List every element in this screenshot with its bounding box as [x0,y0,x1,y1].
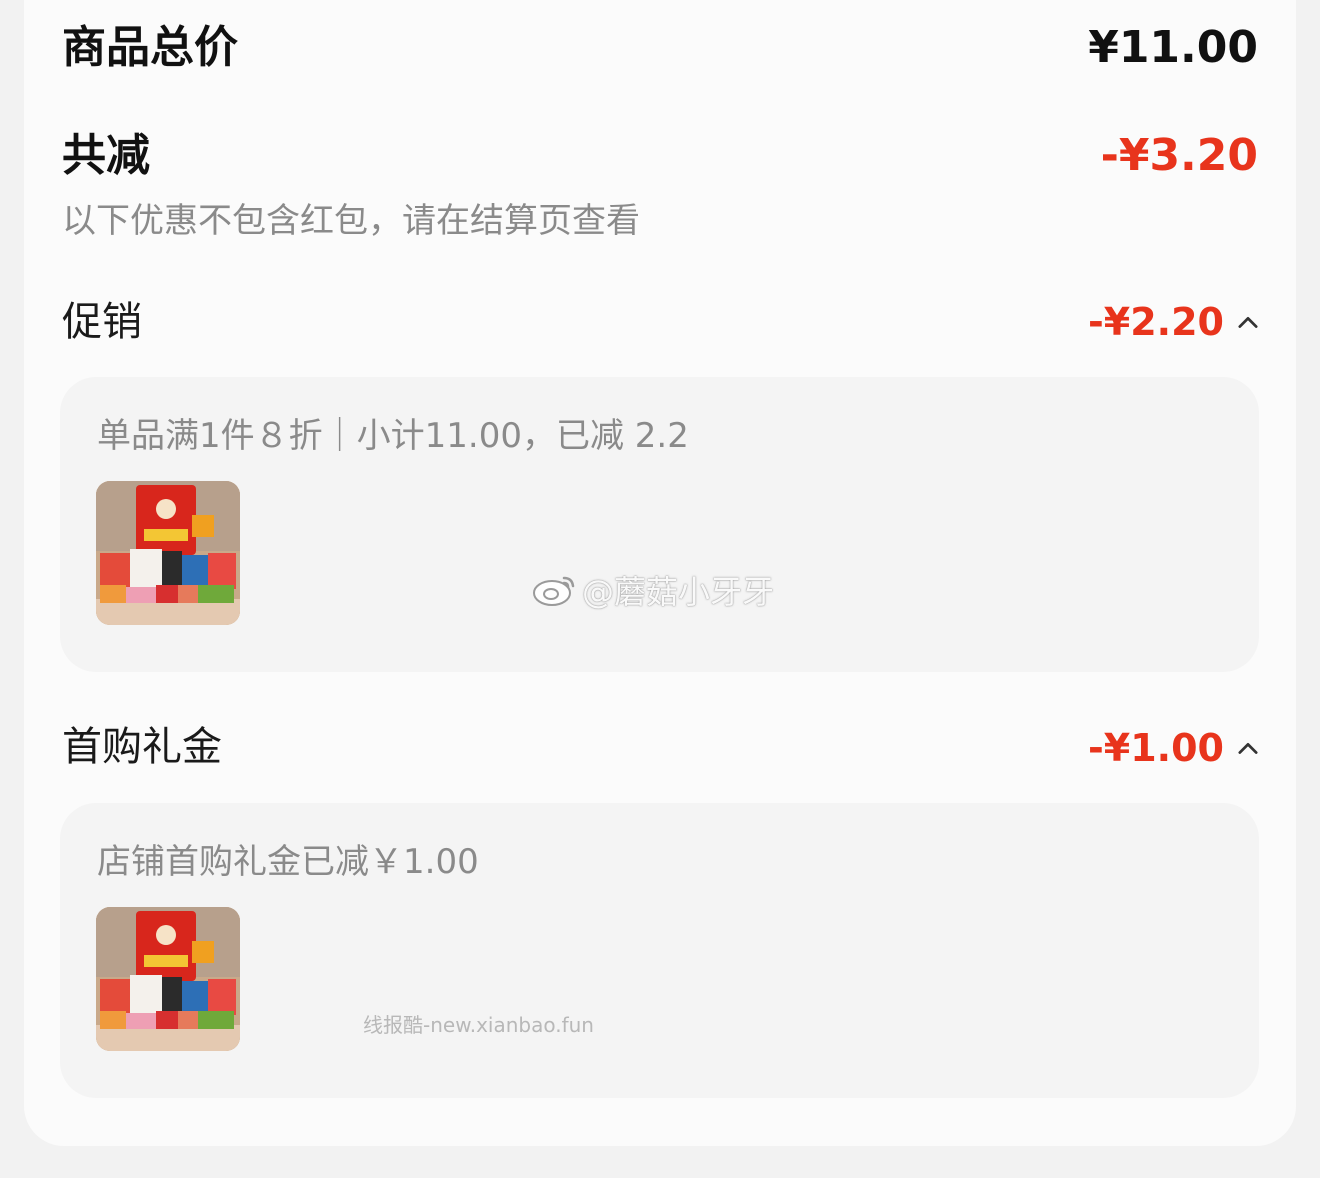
first-purchase-detail-text: 店铺首购礼金已减￥1.00 [97,842,479,882]
first-purchase-label: 首购礼金 [62,724,222,770]
promotion-amount: -¥2.20 [1088,300,1224,344]
promotion-toggle[interactable]: -¥2.20 [1088,302,1258,342]
first-purchase-toggle[interactable]: -¥1.00 [1088,728,1258,768]
total-discount-label: 共减 [62,130,150,181]
product-thumbnail[interactable] [96,481,240,625]
weibo-watermark-text: @蘑菇小牙牙 [582,573,775,611]
promotion-detail-text: 单品满1件８折｜小计11.00，已减 2.2 [97,416,689,456]
total-discount-value: -¥3.20 [1100,130,1258,181]
first-purchase-amount: -¥1.00 [1088,726,1224,770]
snack-gift-pack-image [96,481,240,625]
total-price-label: 商品总价 [62,22,238,73]
product-thumbnail[interactable] [96,907,240,1051]
weibo-watermark: @蘑菇小牙牙 [530,572,774,612]
weibo-logo-icon [530,572,578,612]
total-price-value: ¥11.00 [1088,22,1258,73]
snack-gift-pack-image [96,907,240,1051]
site-watermark: 线报酷-new.xianbao.fun [363,1013,594,1037]
chevron-up-icon [1238,312,1258,332]
promotion-label: 促销 [62,299,142,345]
chevron-up-icon [1238,738,1258,758]
discount-note: 以下优惠不包含红包，请在结算页查看 [62,201,640,241]
